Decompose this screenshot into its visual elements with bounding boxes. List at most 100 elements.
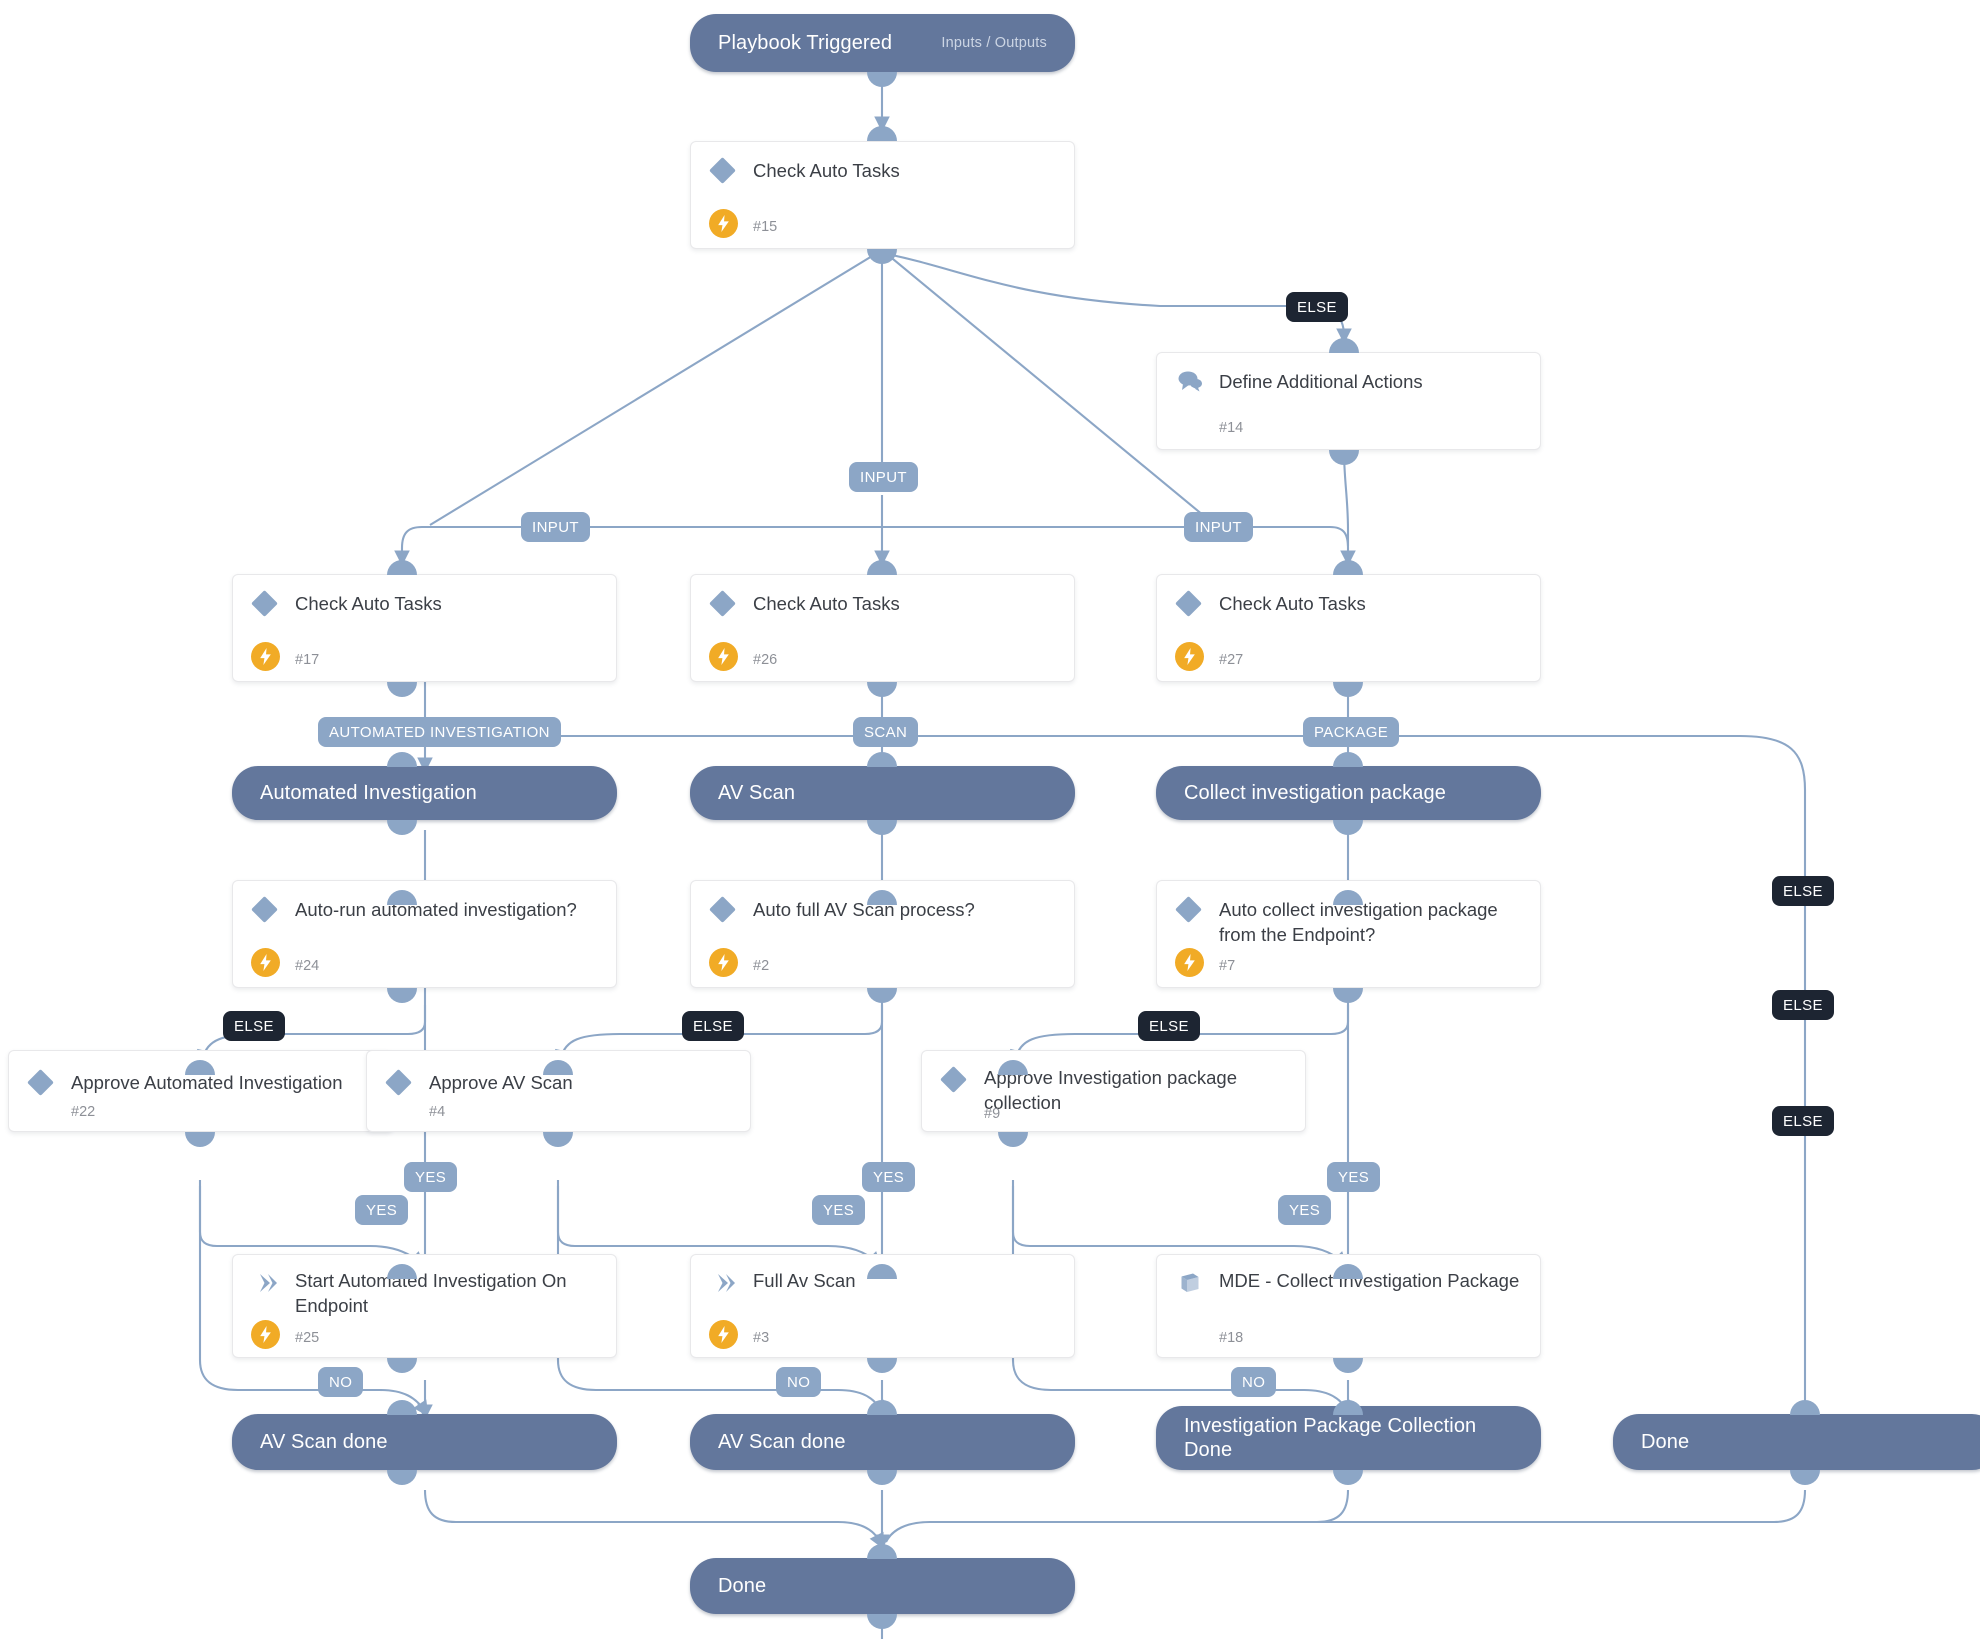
- edge-label-else-right-3[interactable]: ELSE: [1772, 1106, 1834, 1136]
- port-in-check15: [867, 126, 897, 141]
- cond7-title: Auto collect investigation package from …: [1219, 899, 1498, 945]
- port-in-done-right: [1790, 1400, 1820, 1415]
- port-out-check26: [867, 682, 897, 697]
- auto-lightning-icon: [709, 1320, 738, 1349]
- diamond-icon: [940, 1066, 967, 1093]
- section-ai-label: Automated Investigation: [260, 781, 477, 804]
- node-section-av-scan[interactable]: AV Scan: [690, 766, 1075, 820]
- port-out-appr9: [998, 1132, 1028, 1147]
- check26-title: Check Auto Tasks: [753, 593, 900, 614]
- cond24-id: #24: [295, 958, 320, 974]
- done-av-label: AV Scan done: [718, 1430, 846, 1453]
- act3-title: Full Av Scan: [753, 1270, 856, 1291]
- edge-label-else-right-2[interactable]: ELSE: [1772, 990, 1834, 1020]
- node-av-scan-done-left[interactable]: AV Scan done: [232, 1414, 617, 1470]
- node-check-auto-tasks-27[interactable]: Check Auto Tasks #27: [1156, 574, 1541, 682]
- edge-label-no-av[interactable]: NO: [776, 1367, 822, 1397]
- edge-label-input-left[interactable]: INPUT: [521, 512, 590, 542]
- port-out-cond2: [867, 988, 897, 1003]
- auto-lightning-icon: [1175, 948, 1204, 977]
- chevron-icon: [714, 1272, 736, 1294]
- check17-title: Check Auto Tasks: [295, 593, 442, 614]
- node-define-additional-actions[interactable]: Define Additional Actions #14: [1156, 352, 1541, 450]
- edge-label-yes-ai-approval[interactable]: YES: [355, 1195, 409, 1225]
- port-in-sec-av: [867, 752, 897, 767]
- book-icon: [1178, 1271, 1202, 1295]
- done-pkg-label: Investigation Package Collection Done: [1184, 1414, 1477, 1461]
- edge-label-else-pkg[interactable]: ELSE: [1138, 1011, 1200, 1041]
- diamond-icon: [709, 896, 736, 923]
- port-out-check27: [1333, 682, 1363, 697]
- port-out-act3: [867, 1358, 897, 1373]
- edge-label-input-mid[interactable]: INPUT: [849, 462, 918, 492]
- port-out-check15: [867, 249, 897, 264]
- edge-label-input-right[interactable]: INPUT: [1184, 512, 1253, 542]
- edge-label-yes-pkg-approval[interactable]: YES: [1278, 1195, 1332, 1225]
- edge-label-package[interactable]: PACKAGE: [1303, 717, 1400, 747]
- appr9-title: Approve Investigation package collection: [984, 1067, 1238, 1113]
- diamond-icon: [709, 590, 736, 617]
- port-in-check27: [1333, 560, 1363, 575]
- playbook-canvas[interactable]: Playbook Triggered Inputs / Outputs Chec…: [0, 0, 1980, 1639]
- port-out-done-right: [1790, 1470, 1820, 1485]
- define14-title: Define Additional Actions: [1219, 371, 1423, 392]
- check15-title: Check Auto Tasks: [753, 160, 900, 181]
- port-out-act18: [1333, 1358, 1363, 1373]
- diamond-icon: [385, 1069, 412, 1096]
- node-section-collect-package[interactable]: Collect investigation package: [1156, 766, 1541, 820]
- port-out-appr4: [543, 1132, 573, 1147]
- port-out-done-av: [867, 1470, 897, 1485]
- node-check-auto-tasks-26[interactable]: Check Auto Tasks #26: [690, 574, 1075, 682]
- act25-id: #25: [295, 1330, 320, 1346]
- define14-id: #14: [1219, 420, 1244, 436]
- port-out-act25: [387, 1358, 417, 1373]
- edge-label-scan[interactable]: SCAN: [853, 717, 919, 747]
- node-check-auto-tasks-17[interactable]: Check Auto Tasks #17: [232, 574, 617, 682]
- port-out-sec-ai: [387, 820, 417, 835]
- diamond-icon: [1175, 896, 1202, 923]
- node-condition-auto-run-investigation[interactable]: Auto-run automated investigation? #24: [232, 880, 617, 988]
- edge-label-automated-investigation[interactable]: AUTOMATED INVESTIGATION: [318, 717, 561, 747]
- port-in-check26: [867, 560, 897, 575]
- port-in-done-ai: [387, 1400, 417, 1415]
- port-in-done-av: [867, 1400, 897, 1415]
- port-in-sec-pkg: [1333, 752, 1363, 767]
- playbook-triggered-label: Playbook Triggered: [718, 31, 893, 54]
- edge-label-no-pkg[interactable]: NO: [1231, 1367, 1277, 1397]
- auto-lightning-icon: [251, 1320, 280, 1349]
- node-playbook-triggered[interactable]: Playbook Triggered Inputs / Outputs: [690, 14, 1075, 72]
- port-in-sec-ai: [387, 752, 417, 767]
- edge-label-yes-ai-condition[interactable]: YES: [404, 1162, 458, 1192]
- node-start-automated-investigation-on-endpoint[interactable]: Start Automated Investigation On Endpoin…: [232, 1254, 617, 1358]
- port-out-done-final: [867, 1614, 897, 1629]
- check17-id: #17: [295, 652, 320, 668]
- act18-title: MDE - Collect Investigation Package: [1219, 1270, 1520, 1291]
- playbook-triggered-io-label: Inputs / Outputs: [941, 35, 1047, 51]
- port-out-sec-pkg: [1333, 820, 1363, 835]
- edge-label-else-ai[interactable]: ELSE: [223, 1011, 285, 1041]
- edge-label-else-right-1[interactable]: ELSE: [1772, 876, 1834, 906]
- diamond-icon: [251, 590, 278, 617]
- node-check-auto-tasks-15[interactable]: Check Auto Tasks #15: [690, 141, 1075, 249]
- port-out-sec-av: [867, 820, 897, 835]
- section-av-label: AV Scan: [718, 781, 796, 804]
- node-av-scan-done-middle[interactable]: AV Scan done: [690, 1414, 1075, 1470]
- edge-label-yes-av-approval[interactable]: YES: [812, 1195, 866, 1225]
- auto-lightning-icon: [251, 642, 280, 671]
- auto-lightning-icon: [251, 948, 280, 977]
- node-done-final[interactable]: Done: [690, 1558, 1075, 1614]
- edge-label-no-ai[interactable]: NO: [318, 1367, 364, 1397]
- node-approve-investigation-package-collection[interactable]: Approve Investigation package collection…: [921, 1050, 1306, 1132]
- port-out-cond7: [1333, 988, 1363, 1003]
- port-out-define14: [1329, 450, 1359, 465]
- edge-label-else-top[interactable]: ELSE: [1286, 292, 1348, 322]
- edge-label-yes-av-condition[interactable]: YES: [862, 1162, 916, 1192]
- check15-id: #15: [753, 219, 778, 235]
- node-done-right[interactable]: Done: [1613, 1414, 1980, 1470]
- edge-label-yes-pkg-condition[interactable]: YES: [1327, 1162, 1381, 1192]
- node-investigation-package-collection-done[interactable]: Investigation Package Collection Done: [1156, 1406, 1541, 1470]
- node-section-automated-investigation[interactable]: Automated Investigation: [232, 766, 617, 820]
- edge-label-else-av[interactable]: ELSE: [682, 1011, 744, 1041]
- cond24-title: Auto-run automated investigation?: [295, 899, 577, 920]
- auto-lightning-icon: [709, 209, 738, 238]
